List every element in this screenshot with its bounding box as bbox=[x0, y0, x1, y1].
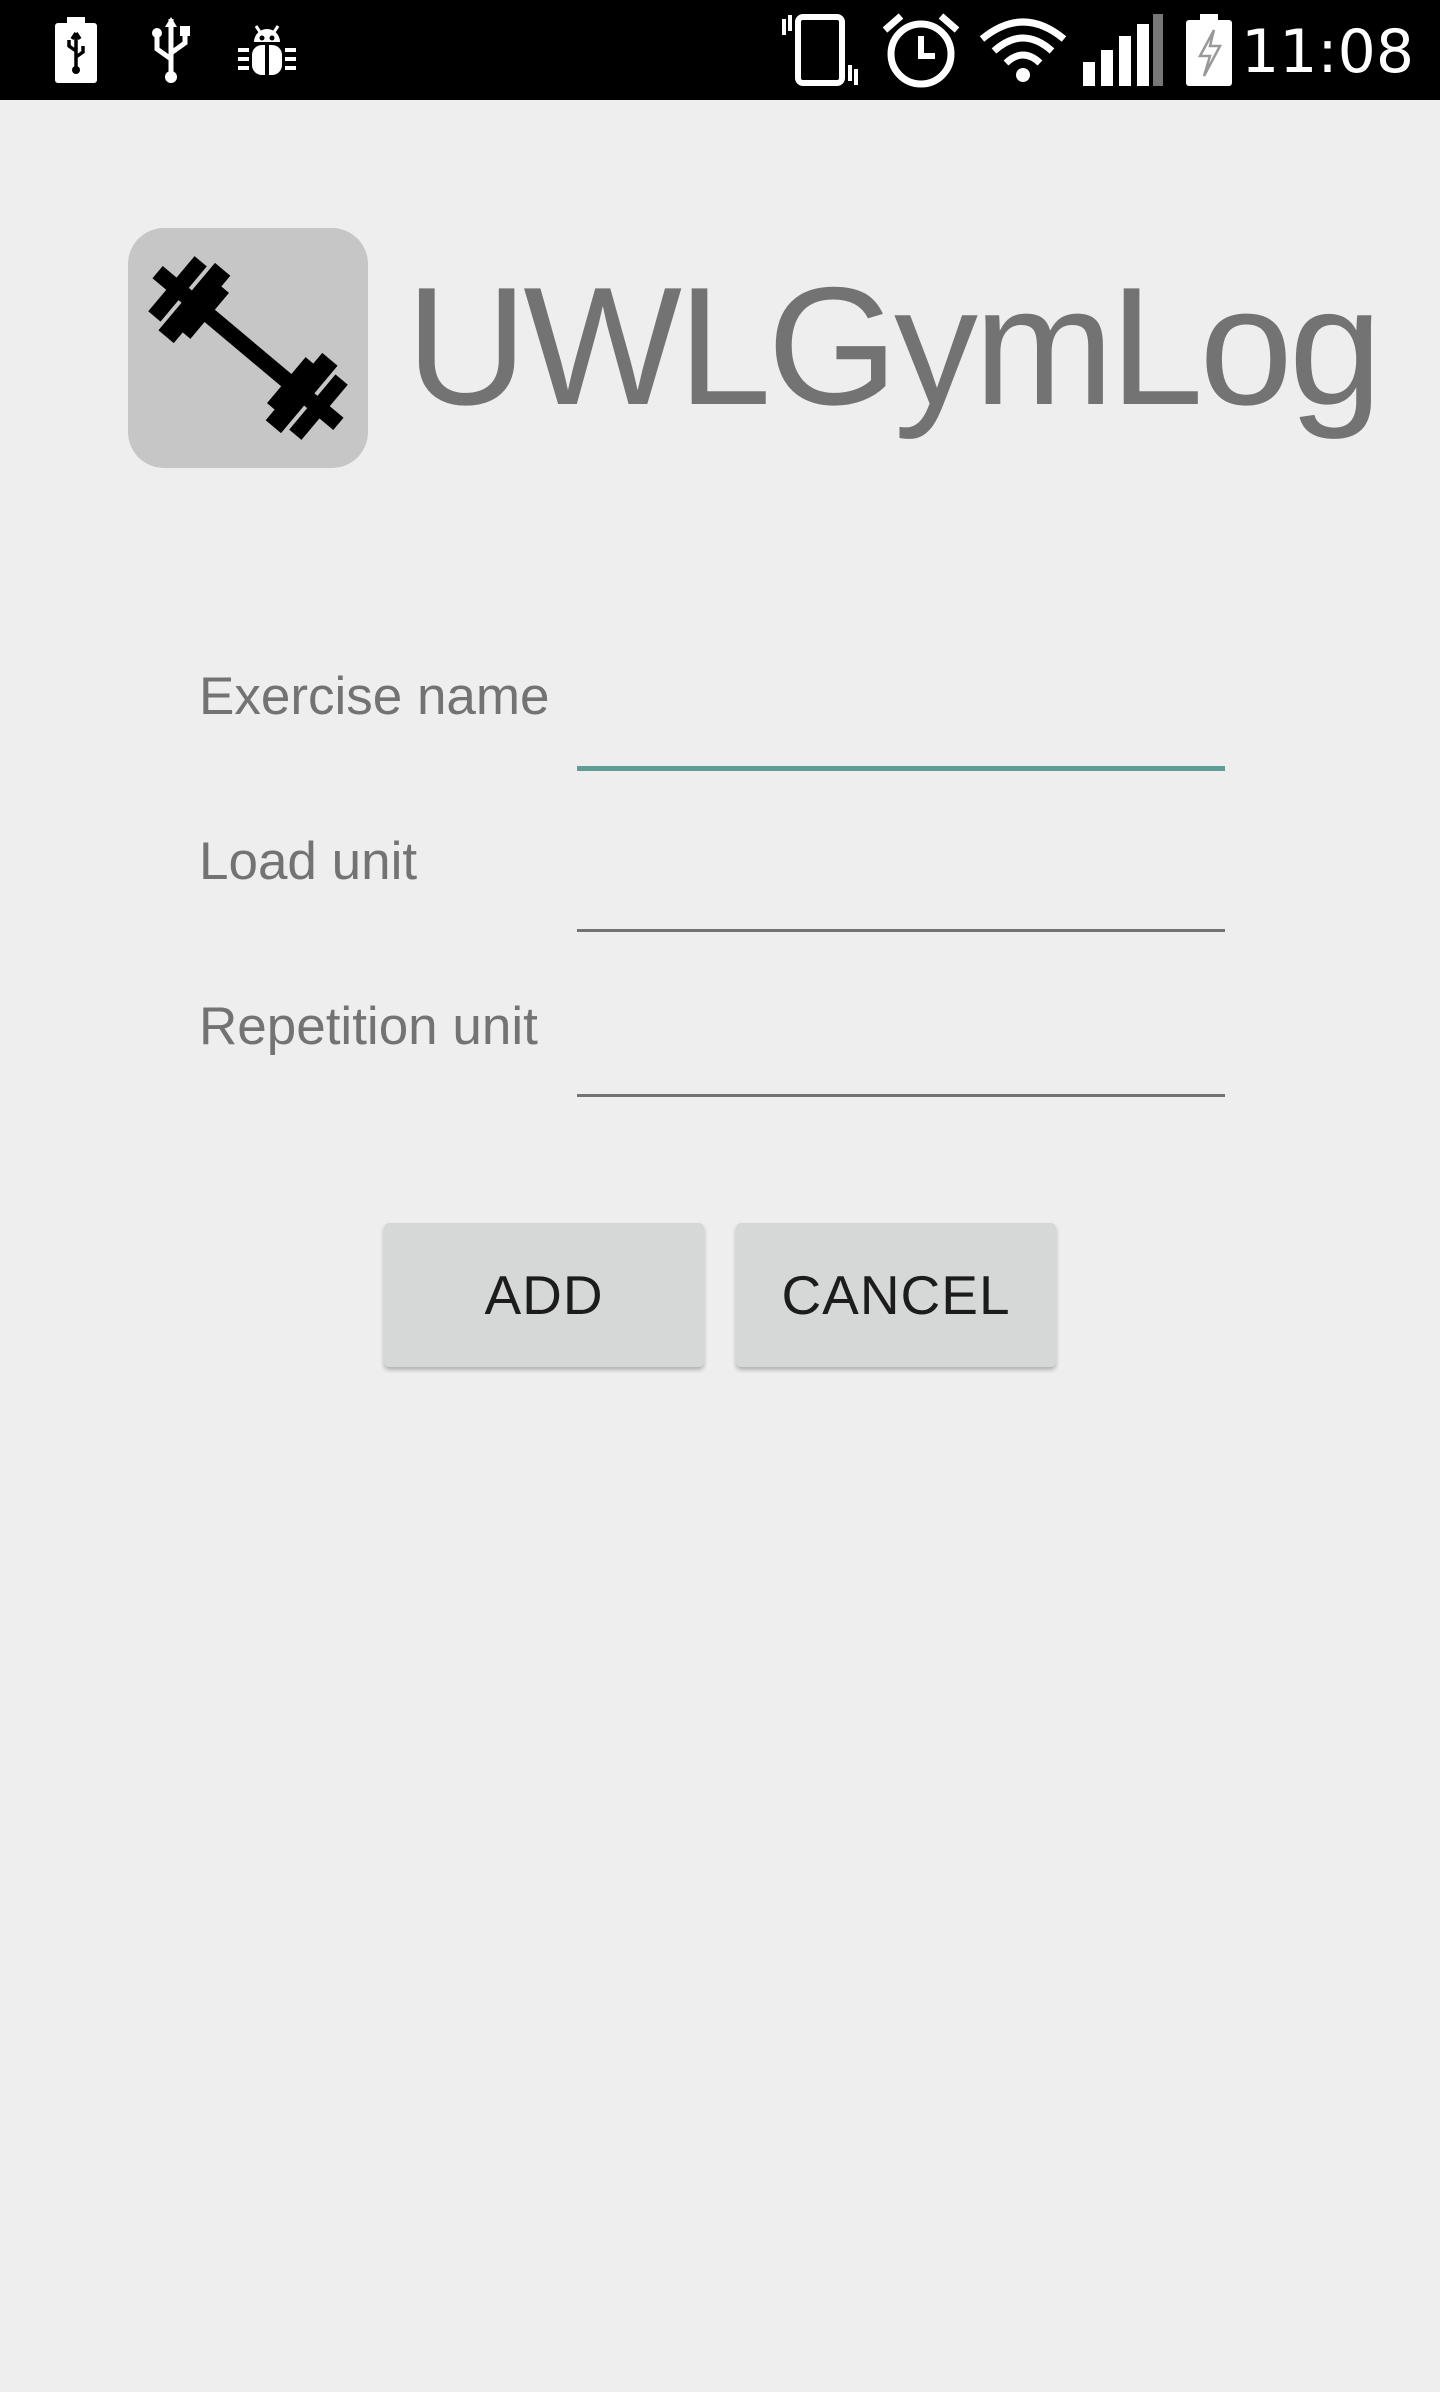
exercise-name-label: Exercise name bbox=[199, 667, 550, 726]
load-unit-label: Load unit bbox=[199, 832, 418, 891]
battery-icon bbox=[1182, 0, 1236, 100]
repetition-unit-label: Repetition unit bbox=[199, 997, 538, 1056]
repetition-unit-underline bbox=[577, 1094, 1225, 1097]
alarm-icon bbox=[878, 0, 964, 100]
exercise-name-input[interactable] bbox=[577, 664, 1225, 744]
add-button[interactable]: ADD bbox=[384, 1223, 704, 1367]
load-unit-underline bbox=[577, 929, 1225, 932]
usb-icon bbox=[146, 0, 196, 100]
signal-icon bbox=[1080, 0, 1166, 100]
android-debug-icon bbox=[232, 0, 302, 100]
status-bar: 11:08 bbox=[0, 0, 1440, 100]
app-title: UWLGymLog bbox=[406, 252, 1382, 440]
load-unit-input[interactable] bbox=[577, 829, 1225, 909]
cancel-button[interactable]: CANCEL bbox=[736, 1223, 1056, 1367]
barbell-icon bbox=[148, 256, 348, 440]
wifi-icon bbox=[978, 0, 1068, 100]
app-logo bbox=[128, 228, 368, 468]
battery-charging-icon bbox=[50, 0, 102, 100]
vibrate-icon bbox=[778, 0, 862, 100]
repetition-unit-input[interactable] bbox=[577, 994, 1225, 1074]
status-time: 11:08 bbox=[1241, 17, 1414, 87]
exercise-name-underline bbox=[577, 766, 1225, 771]
